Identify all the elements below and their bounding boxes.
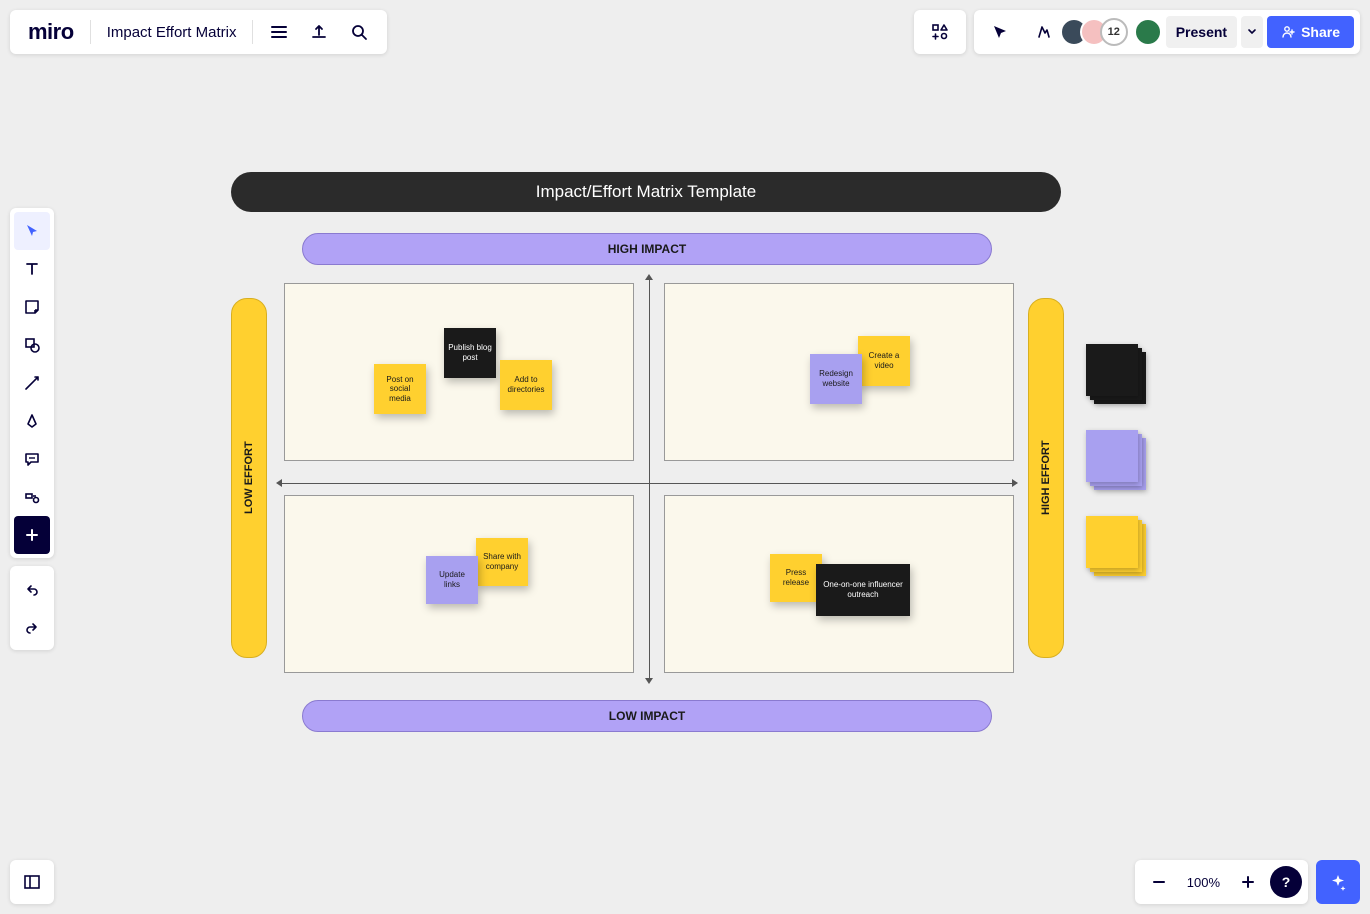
sticky-note[interactable]: One-on-one influencer outreach (816, 564, 910, 616)
ai-assist-button[interactable] (1316, 860, 1360, 904)
topbar-left: miro Impact Effort Matrix (10, 10, 387, 54)
menu-icon[interactable] (259, 12, 299, 52)
divider (252, 20, 253, 44)
frame-tool[interactable] (14, 478, 50, 516)
axis-horizontal (280, 483, 1014, 484)
sticky-note[interactable]: Update links (426, 556, 478, 604)
arrow-down-icon (645, 678, 653, 684)
sticky-tool[interactable] (14, 288, 50, 326)
undo-button[interactable] (14, 570, 50, 608)
share-label: Share (1301, 24, 1340, 40)
sticky-stack-yellow[interactable] (1086, 516, 1144, 574)
axis-right-label[interactable]: HIGH EFFORT (1028, 298, 1064, 658)
sticky-note[interactable]: Post on social media (374, 364, 426, 414)
apps-icon[interactable] (920, 12, 960, 52)
arrow-left-icon (276, 479, 282, 487)
user-plus-icon (1281, 25, 1295, 39)
matrix-title[interactable]: Impact/Effort Matrix Template (231, 172, 1061, 212)
zoom-level[interactable]: 100% (1181, 875, 1226, 890)
present-button[interactable]: Present (1166, 16, 1237, 48)
panel-toggle[interactable] (10, 860, 54, 904)
arrow-up-icon (645, 274, 653, 280)
search-icon[interactable] (339, 12, 379, 52)
board-title[interactable]: Impact Effort Matrix (97, 24, 247, 41)
apps-group (914, 10, 966, 54)
cursor-indicator-icon[interactable] (980, 12, 1020, 52)
pen-tool[interactable] (14, 402, 50, 440)
topbar-right: 12 Present Share (914, 10, 1360, 54)
history-group (10, 566, 54, 650)
avatar-count[interactable]: 12 (1100, 18, 1128, 46)
avatar[interactable] (1134, 18, 1162, 46)
zoom-controls: 100% ? (1135, 860, 1308, 904)
line-tool[interactable] (14, 364, 50, 402)
left-toolbar (10, 208, 54, 650)
sticky-note[interactable]: Press release (770, 554, 822, 602)
divider (90, 20, 91, 44)
zoom-out-button[interactable] (1141, 864, 1177, 900)
sticky-note[interactable]: Add to directories (500, 360, 552, 410)
sticky-stack-purple[interactable] (1086, 430, 1144, 488)
sticky-note[interactable]: Redesign website (810, 354, 862, 404)
collaborator-avatars[interactable]: 12 (1068, 18, 1162, 46)
collaboration-group: 12 Present Share (974, 10, 1360, 54)
zoom-in-button[interactable] (1230, 864, 1266, 900)
share-button[interactable]: Share (1267, 16, 1354, 48)
arrow-right-icon (1012, 479, 1018, 487)
reactions-icon[interactable] (1024, 12, 1064, 52)
sticky-note[interactable]: Share with company (476, 538, 528, 586)
axis-bottom-label[interactable]: LOW IMPACT (302, 700, 992, 732)
tools-group (10, 208, 54, 558)
present-dropdown[interactable] (1241, 16, 1263, 48)
sticky-note[interactable]: Publish blog post (444, 328, 496, 378)
add-tool[interactable] (14, 516, 50, 554)
comment-tool[interactable] (14, 440, 50, 478)
redo-button[interactable] (14, 608, 50, 646)
help-button[interactable]: ? (1270, 866, 1302, 898)
axis-vertical (649, 278, 650, 680)
sticky-note[interactable]: Create a video (858, 336, 910, 386)
axis-top-label[interactable]: HIGH IMPACT (302, 233, 992, 265)
select-tool[interactable] (14, 212, 50, 250)
text-tool[interactable] (14, 250, 50, 288)
shape-tool[interactable] (14, 326, 50, 364)
sticky-stack-black[interactable] (1086, 344, 1144, 402)
miro-logo[interactable]: miro (18, 19, 84, 45)
axis-left-label[interactable]: LOW EFFORT (231, 298, 267, 658)
export-icon[interactable] (299, 12, 339, 52)
bottom-right-controls: 100% ? (1135, 860, 1360, 904)
board-canvas[interactable]: Impact/Effort Matrix Template HIGH IMPAC… (0, 0, 1370, 914)
